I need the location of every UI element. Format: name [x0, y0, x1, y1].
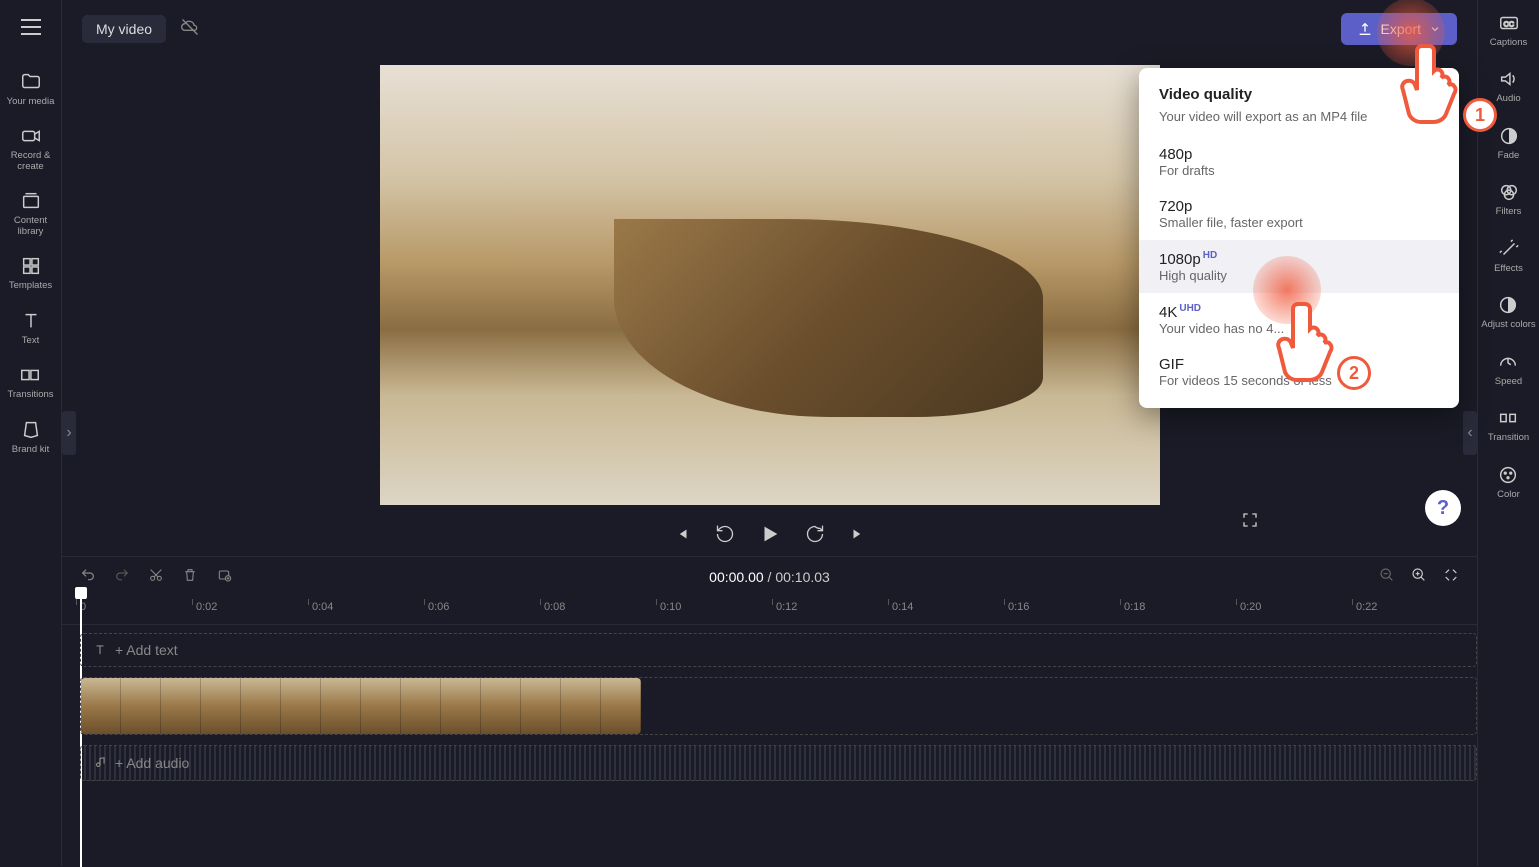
music-icon — [93, 756, 107, 770]
ruler-mark: 0:04 — [312, 601, 333, 613]
fit-button[interactable] — [1443, 567, 1459, 588]
quality-option-720p[interactable]: 720pSmaller file, faster export — [1139, 188, 1459, 240]
playback-controls — [673, 523, 867, 550]
timeline-area: 00:00.00 / 00:10.03 00:020:040:060:080:1… — [62, 556, 1477, 866]
grid-icon — [20, 255, 42, 277]
split-button[interactable] — [216, 567, 232, 588]
sidebar-item-fade[interactable]: Fade — [1498, 125, 1520, 161]
time-display: 00:00.00 / 00:10.03 — [709, 569, 830, 585]
svg-text:CC: CC — [1503, 20, 1514, 29]
brand-icon — [20, 419, 42, 441]
sidebar-item-transitions[interactable]: Transitions — [7, 364, 53, 400]
left-sidebar: Your media Record & create Content libra… — [0, 0, 62, 866]
dropdown-title: Video quality — [1159, 86, 1439, 103]
video-preview[interactable] — [380, 65, 1160, 505]
video-clip[interactable] — [81, 678, 641, 734]
sidebar-item-record-create[interactable]: Record & create — [0, 125, 61, 172]
annotation-number-2: 2 — [1337, 356, 1371, 390]
quality-option-480p[interactable]: 480pFor drafts — [1139, 136, 1459, 188]
ruler-mark: 0:12 — [776, 601, 797, 613]
skip-forward-button[interactable] — [849, 525, 867, 548]
menu-icon[interactable] — [20, 18, 42, 41]
folder-icon — [20, 71, 42, 93]
annotation-number-1: 1 — [1463, 98, 1497, 132]
transition-icon — [19, 364, 41, 386]
dropdown-subtitle: Your video will export as an MP4 file — [1159, 109, 1439, 124]
speaker-icon — [1498, 68, 1520, 90]
chevron-down-icon — [1429, 23, 1441, 35]
sidebar-item-color[interactable]: Color — [1497, 464, 1520, 500]
zoom-out-button[interactable] — [1379, 567, 1395, 588]
text-icon — [93, 643, 107, 657]
forward-button[interactable] — [805, 524, 825, 549]
tracks: + Add text + Add audio — [62, 625, 1477, 781]
ruler-mark: 0:20 — [1240, 601, 1261, 613]
cut-button[interactable] — [148, 567, 164, 588]
export-quality-dropdown: Video quality Your video will export as … — [1139, 68, 1459, 408]
ruler-mark: 0:18 — [1124, 601, 1145, 613]
quality-option-gif[interactable]: GIFFor videos 15 seconds or less — [1139, 346, 1459, 398]
quality-option-1080p[interactable]: 1080pHDHigh quality — [1139, 240, 1459, 293]
preview-frame — [614, 219, 1043, 417]
ruler-mark: 0:14 — [892, 601, 913, 613]
contrast-icon — [1497, 294, 1519, 316]
wand-icon — [1498, 238, 1520, 260]
sidebar-item-templates[interactable]: Templates — [9, 255, 52, 291]
text-icon — [20, 310, 42, 332]
sidebar-item-text[interactable]: Text — [20, 310, 42, 346]
sidebar-item-speed[interactable]: Speed — [1495, 351, 1522, 387]
top-bar: My video Export — [62, 0, 1477, 58]
skip-back-button[interactable] — [673, 525, 691, 548]
timeline-toolbar: 00:00.00 / 00:10.03 — [62, 557, 1477, 597]
delete-button[interactable] — [182, 567, 198, 588]
sidebar-item-adjust-colors[interactable]: Adjust colors — [1481, 294, 1535, 330]
ruler-mark: 0:08 — [544, 601, 565, 613]
undo-button[interactable] — [80, 567, 96, 588]
export-button[interactable]: Export — [1341, 13, 1457, 45]
ruler-mark: 0:16 — [1008, 601, 1029, 613]
help-button[interactable]: ? — [1425, 490, 1461, 526]
sidebar-item-brand-kit[interactable]: Brand kit — [12, 419, 50, 455]
fade-icon — [1498, 125, 1520, 147]
camera-icon — [20, 125, 42, 147]
project-title[interactable]: My video — [82, 15, 166, 43]
upload-icon — [1357, 21, 1373, 37]
fullscreen-button[interactable] — [1241, 511, 1259, 534]
sidebar-item-transition[interactable]: Transition — [1488, 407, 1529, 443]
sidebar-item-your-media[interactable]: Your media — [7, 71, 55, 107]
palette-icon — [1497, 464, 1519, 486]
audio-track[interactable]: + Add audio — [80, 745, 1477, 781]
redo-button[interactable] — [114, 567, 130, 588]
rewind-button[interactable] — [715, 524, 735, 549]
filters-icon — [1498, 181, 1520, 203]
library-icon — [20, 190, 42, 212]
text-track[interactable]: + Add text — [80, 633, 1477, 667]
sidebar-item-content-library[interactable]: Content library — [0, 190, 61, 237]
sidebar-item-filters[interactable]: Filters — [1496, 181, 1522, 217]
ruler-mark: 0:22 — [1356, 601, 1377, 613]
sidebar-item-effects[interactable]: Effects — [1494, 238, 1523, 274]
cloud-off-icon[interactable] — [180, 17, 200, 42]
transition-sm-icon — [1497, 407, 1519, 429]
video-track[interactable] — [80, 677, 1477, 735]
speedometer-icon — [1497, 351, 1519, 373]
quality-option-4k[interactable]: 4KUHDYour video has no 4... — [1139, 293, 1459, 346]
ruler-mark: 0:10 — [660, 601, 681, 613]
sidebar-item-captions[interactable]: CCCaptions — [1490, 12, 1528, 48]
play-button[interactable] — [759, 523, 781, 550]
cc-icon: CC — [1498, 12, 1520, 34]
timeline-ruler[interactable]: 00:020:040:060:080:100:120:140:160:180:2… — [62, 597, 1477, 625]
ruler-mark: 0:06 — [428, 601, 449, 613]
ruler-mark: 0:02 — [196, 601, 217, 613]
zoom-in-button[interactable] — [1411, 567, 1427, 588]
sidebar-item-audio[interactable]: Audio — [1496, 68, 1520, 104]
